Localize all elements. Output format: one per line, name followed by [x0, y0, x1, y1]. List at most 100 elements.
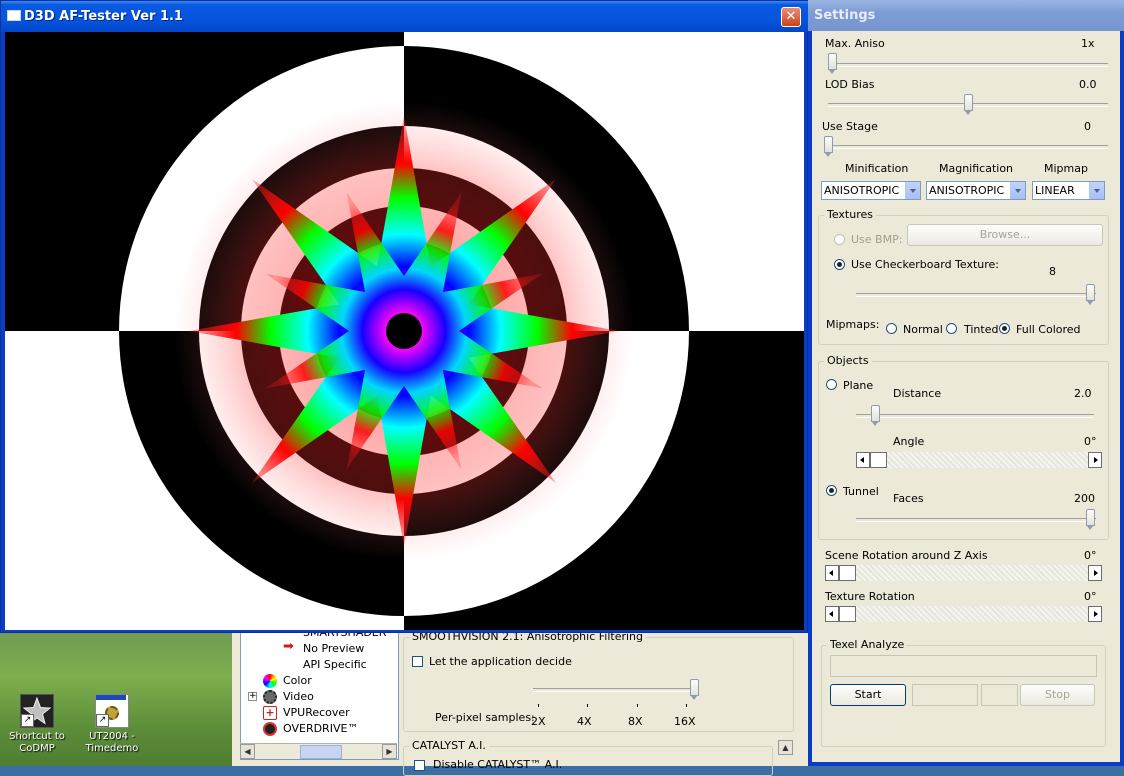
plane-label: Plane — [843, 379, 874, 392]
mipmaps-normal-label: Normal — [903, 323, 943, 336]
per-pixel-label: Per-pixel samples: — [435, 711, 535, 724]
per-pixel-slider-thumb[interactable] — [690, 679, 699, 700]
faces-value: 200 — [1074, 492, 1095, 505]
texel-field-a — [912, 684, 978, 706]
texel-analyze-title: Texel Analyze — [827, 638, 908, 651]
mipmap-label: Mipmap — [1044, 162, 1088, 175]
tick-mark — [686, 704, 687, 707]
tree-horizontal-scrollbar[interactable]: ◀ ▶ — [240, 743, 397, 759]
texel-output-field — [830, 655, 1097, 677]
max-aniso-value: 1x — [1081, 37, 1095, 50]
render-viewport[interactable] — [5, 32, 804, 630]
max-aniso-slider-track[interactable] — [828, 63, 1108, 67]
title-bar[interactable]: D3D AF-Tester Ver 1.1 ✕ — [1, 1, 809, 32]
scroll-up-icon[interactable]: ▲ — [778, 740, 793, 755]
scroll-right-icon[interactable] — [1088, 606, 1102, 622]
checker-slider-thumb[interactable] — [1086, 284, 1095, 305]
checker-value: 8 — [1049, 265, 1056, 278]
lod-bias-label: LOD Bias — [825, 78, 875, 91]
use-checker-radio[interactable] — [834, 259, 845, 270]
use-stage-slider-track[interactable] — [825, 145, 1108, 149]
tick-mark — [637, 704, 638, 707]
gauge-icon — [263, 722, 277, 736]
texture-rotation-thumb[interactable] — [839, 606, 856, 622]
faces-slider-track[interactable] — [856, 518, 1096, 522]
angle-label: Angle — [893, 435, 925, 448]
vertical-scrollbar[interactable]: ▲ — [778, 740, 793, 766]
use-stage-label: Use Stage — [822, 120, 878, 133]
tree-item-vpurecover[interactable]: VPURecover — [283, 706, 350, 719]
scroll-right-icon[interactable]: ▶ — [382, 744, 397, 759]
tree-item-overdrive[interactable]: OVERDRIVE™ — [283, 722, 358, 735]
max-aniso-label: Max. Aniso — [825, 37, 885, 50]
max-aniso-slider-thumb[interactable] — [828, 53, 837, 74]
settings-title-bar[interactable]: Settings — [808, 0, 1124, 31]
tree-item-color[interactable]: Color — [283, 674, 312, 687]
tunnel-label: Tunnel — [843, 485, 879, 498]
angle-scroll-thumb[interactable] — [870, 452, 887, 468]
scene-rotation-thumb[interactable] — [839, 565, 856, 581]
star-icon: ↗ — [20, 694, 54, 728]
scroll-right-icon[interactable] — [1088, 452, 1102, 468]
use-stage-value: 0 — [1084, 120, 1091, 133]
distance-slider-track[interactable] — [856, 414, 1094, 418]
texture-rotation-value: 0° — [1084, 590, 1097, 603]
distance-label: Distance — [893, 387, 942, 400]
tree-item-no-preview[interactable]: No Preview — [303, 642, 364, 655]
per-pixel-slider-track[interactable] — [533, 688, 696, 692]
chevron-down-icon[interactable] — [1089, 182, 1104, 199]
window-title: D3D AF-Tester Ver 1.1 — [24, 9, 183, 24]
angle-scrollbar[interactable] — [856, 452, 1102, 468]
shortcut-arrow-icon: ↗ — [96, 714, 109, 727]
let-app-decide-label: Let the application decide — [429, 655, 572, 668]
scene-rotation-value: 0° — [1084, 549, 1097, 562]
tree-item-video[interactable]: Video — [283, 690, 314, 703]
distance-slider-thumb[interactable] — [871, 405, 880, 426]
desktop-icon-codmp[interactable]: ↗ Shortcut to CoDMP — [2, 694, 72, 755]
mipmaps-normal-radio[interactable] — [886, 323, 897, 334]
tunnel-radio[interactable] — [826, 485, 837, 496]
checker-slider-track[interactable] — [856, 293, 1096, 297]
texture-rotation-label: Texture Rotation — [825, 590, 915, 603]
tree-item-api-specific[interactable]: API Specific — [303, 658, 367, 671]
expand-icon[interactable]: + — [248, 692, 257, 701]
scroll-thumb[interactable] — [300, 745, 342, 759]
mipmaps-tinted-radio[interactable] — [946, 323, 957, 334]
lod-bias-slider-thumb[interactable] — [964, 94, 973, 115]
chevron-down-icon[interactable] — [905, 182, 920, 199]
scroll-right-icon[interactable] — [1088, 565, 1102, 581]
close-button[interactable]: ✕ — [781, 7, 801, 27]
magnification-select[interactable]: ANISOTROPIC — [926, 181, 1026, 200]
desktop-icon-ut2004[interactable]: ↗ UT2004 - Timedemo — [77, 694, 147, 755]
desktop-icon-label: Timedemo — [85, 743, 139, 754]
chevron-down-icon[interactable] — [1010, 182, 1025, 199]
scroll-left-icon[interactable]: ◀ — [240, 744, 255, 759]
mipmaps-full-colored-label: Full Colored — [1016, 323, 1081, 336]
plane-radio[interactable] — [826, 379, 837, 390]
minification-select[interactable]: ANISOTROPIC — [821, 181, 921, 200]
browse-button[interactable]: Browse... — [907, 224, 1103, 246]
mipmap-select[interactable]: LINEAR — [1032, 181, 1105, 200]
desktop-icon-label: Shortcut to — [9, 731, 65, 742]
shortcut-arrow-icon: ↗ — [21, 714, 34, 727]
disable-ai-label: Disable CATALYST™ A.I. — [433, 758, 563, 771]
use-bmp-label: Use BMP: — [851, 233, 903, 246]
stop-button[interactable]: Stop — [1020, 684, 1095, 706]
scene-rotation-label: Scene Rotation around Z Axis — [825, 549, 988, 562]
settings-tree[interactable]: SMARTSHADER™ ➡ No Preview API Specific C… — [240, 630, 399, 760]
faces-label: Faces — [893, 492, 924, 505]
use-stage-slider-thumb[interactable] — [824, 136, 833, 157]
faces-slider-thumb[interactable] — [1086, 509, 1095, 530]
mipmaps-label: Mipmaps: — [826, 318, 880, 331]
mipmaps-full-colored-radio[interactable] — [999, 323, 1010, 334]
scroll-left-icon[interactable] — [825, 606, 839, 622]
tick-label: 16X — [674, 715, 696, 728]
start-button[interactable]: Start — [830, 684, 906, 706]
scroll-left-icon[interactable] — [825, 565, 839, 581]
tick-label: 8X — [628, 715, 643, 728]
let-app-decide-checkbox[interactable] — [412, 656, 423, 667]
use-bmp-radio[interactable] — [834, 234, 845, 245]
texture-rotation-scrollbar[interactable] — [825, 606, 1102, 622]
scroll-left-icon[interactable] — [856, 452, 870, 468]
scene-rotation-scrollbar[interactable] — [825, 565, 1102, 581]
